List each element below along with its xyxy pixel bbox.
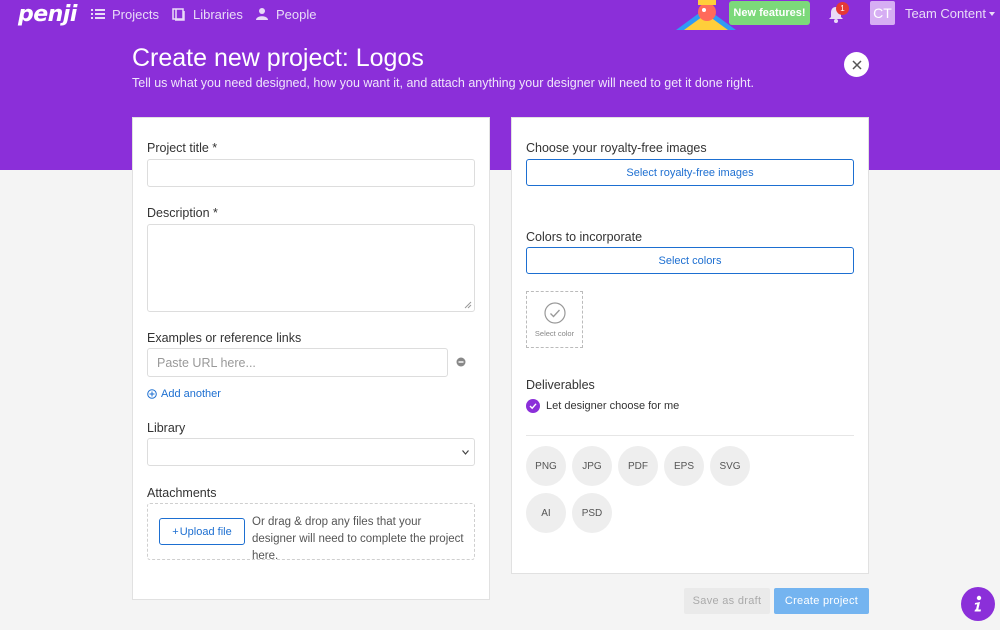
- help-button[interactable]: [961, 587, 995, 621]
- upload-help-text: Or drag & drop any files that your desig…: [252, 516, 464, 562]
- designer-choose-label: Let designer choose for me: [546, 400, 680, 412]
- library-label: Library: [147, 421, 186, 435]
- plus-circle-icon: [147, 389, 157, 399]
- team-label: Team Content: [905, 6, 986, 21]
- format-chip-svg[interactable]: SVG: [710, 446, 750, 486]
- deliverables-label: Deliverables: [526, 378, 595, 392]
- nav-people-label: People: [276, 6, 317, 22]
- library-select[interactable]: [147, 438, 475, 466]
- reference-url-input[interactable]: Paste URL here...: [147, 348, 448, 377]
- project-title-label: Project title *: [147, 141, 218, 155]
- select-images-button[interactable]: Select royalty-free images: [526, 159, 854, 186]
- library-icon: [172, 8, 185, 21]
- create-project-button[interactable]: Create project: [774, 588, 869, 614]
- list-icon: [91, 9, 105, 19]
- attachments-label: Attachments: [147, 486, 217, 500]
- colors-label: Colors to incorporate: [526, 230, 643, 244]
- examples-label: Examples or reference links: [147, 331, 302, 345]
- remove-link-icon[interactable]: [456, 357, 466, 367]
- chevron-down-icon: [462, 450, 469, 455]
- format-chip-png[interactable]: PNG: [526, 446, 566, 486]
- nav-people[interactable]: People: [255, 5, 316, 23]
- checkmark-icon: [529, 403, 537, 410]
- chevron-down-icon: [988, 11, 995, 16]
- new-features-button[interactable]: New features!: [729, 1, 810, 25]
- people-icon: [256, 8, 268, 20]
- format-chip-psd[interactable]: PSD: [572, 493, 612, 533]
- check-circle-icon: [543, 301, 566, 324]
- format-chip-pdf[interactable]: PDF: [618, 446, 658, 486]
- info-icon: [974, 595, 982, 612]
- team-menu[interactable]: Team Content: [905, 6, 995, 21]
- notification-badge: 1: [836, 2, 849, 15]
- select-color-swatch[interactable]: Select color: [526, 291, 583, 348]
- description-label: Description *: [147, 206, 218, 220]
- save-draft-button[interactable]: Save as draft: [684, 588, 770, 614]
- format-chip-jpg[interactable]: JPG: [572, 446, 612, 486]
- upload-file-button[interactable]: + Upload file: [159, 518, 245, 545]
- select-color-label: Select color: [534, 328, 575, 338]
- mascot-illustration: [676, 0, 736, 30]
- nav-libraries[interactable]: Libraries: [172, 5, 243, 23]
- close-icon: [851, 59, 862, 70]
- nav-libraries-label: Libraries: [193, 6, 243, 22]
- format-chip-eps[interactable]: EPS: [664, 446, 704, 486]
- project-title-input[interactable]: [147, 159, 475, 187]
- page-title: Create new project: Logos: [132, 44, 424, 72]
- nav-projects[interactable]: Projects: [91, 5, 159, 23]
- description-textarea[interactable]: [147, 224, 475, 312]
- images-label: Choose your royalty-free images: [526, 141, 707, 155]
- select-colors-button[interactable]: Select colors: [526, 247, 854, 274]
- close-button[interactable]: [844, 52, 869, 77]
- penji-logo[interactable]: penji: [18, 2, 77, 27]
- add-another-label: Add another: [161, 388, 221, 400]
- add-another-link[interactable]: Add another: [147, 388, 221, 400]
- plus-icon: +: [172, 525, 179, 538]
- upload-file-label: Upload file: [179, 525, 232, 538]
- page-subtitle: Tell us what you need designed, how you …: [132, 76, 754, 90]
- nav-projects-label: Projects: [112, 6, 159, 22]
- designer-choose-checkbox[interactable]: [526, 399, 540, 413]
- format-chip-ai[interactable]: AI: [526, 493, 566, 533]
- avatar[interactable]: CT: [870, 1, 895, 25]
- deliverables-divider: [526, 435, 854, 436]
- resize-handle-icon[interactable]: [464, 301, 472, 309]
